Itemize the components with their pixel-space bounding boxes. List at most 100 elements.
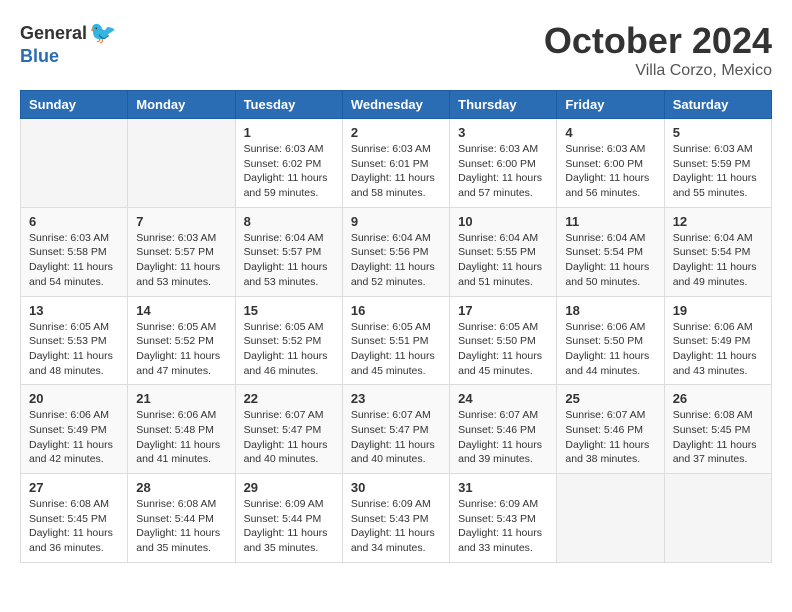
- calendar-cell: 6 Sunrise: 6:03 AM Sunset: 5:58 PM Daylig…: [21, 207, 128, 296]
- day-number: 30: [351, 480, 441, 495]
- day-info: Sunrise: 6:07 AM Sunset: 5:46 PM Dayligh…: [565, 408, 655, 467]
- weekday-header-row: SundayMondayTuesdayWednesdayThursdayFrid…: [21, 91, 772, 119]
- logo-general: General: [20, 23, 87, 44]
- calendar-cell: 22Sunrise: 6:07 AM Sunset: 5:47 PM Dayli…: [235, 385, 342, 474]
- page-header: General 🐦 Blue October 2024 Villa Corzo,…: [20, 20, 772, 80]
- weekday-header-wednesday: Wednesday: [342, 91, 449, 119]
- calendar-cell: 11 Sunrise: 6:04 AM Sunset: 5:54 PM Dayli…: [557, 207, 664, 296]
- calendar-cell: [664, 474, 771, 563]
- day-number: 29: [244, 480, 334, 495]
- day-info: Sunrise: 6:06 AM Sunset: 5:49 PM Dayligh…: [29, 408, 119, 467]
- day-info: Sunrise: 6:05 AM Sunset: 5:52 PM Dayligh…: [136, 320, 226, 379]
- day-info: Sunrise: 6:04 AM Sunset: 5:54 PM Dayligh…: [565, 231, 655, 290]
- calendar-week-row: 6 Sunrise: 6:03 AM Sunset: 5:58 PM Daylig…: [21, 207, 772, 296]
- day-info: Sunrise: 6:03 AM Sunset: 5:58 PM Dayligh…: [29, 231, 119, 290]
- calendar-cell: 12 Sunrise: 6:04 AM Sunset: 5:54 PM Dayli…: [664, 207, 771, 296]
- calendar-cell: 29Sunrise: 6:09 AM Sunset: 5:44 PM Dayli…: [235, 474, 342, 563]
- day-info: Sunrise: 6:03 AM Sunset: 6:02 PM Dayligh…: [244, 142, 334, 201]
- day-number: 21: [136, 391, 226, 406]
- day-number: 6: [29, 214, 119, 229]
- calendar-cell: 14 Sunrise: 6:05 AM Sunset: 5:52 PM Dayli…: [128, 296, 235, 385]
- calendar-table: SundayMondayTuesdayWednesdayThursdayFrid…: [20, 90, 772, 563]
- day-info: Sunrise: 6:05 AM Sunset: 5:53 PM Dayligh…: [29, 320, 119, 379]
- calendar-cell: 13 Sunrise: 6:05 AM Sunset: 5:53 PM Dayli…: [21, 296, 128, 385]
- day-number: 13: [29, 303, 119, 318]
- day-info: Sunrise: 6:04 AM Sunset: 5:57 PM Dayligh…: [244, 231, 334, 290]
- day-info: Sunrise: 6:08 AM Sunset: 5:44 PM Dayligh…: [136, 497, 226, 556]
- calendar-cell: 19Sunrise: 6:06 AM Sunset: 5:49 PM Dayli…: [664, 296, 771, 385]
- logo: General 🐦 Blue: [20, 20, 116, 67]
- weekday-header-monday: Monday: [128, 91, 235, 119]
- logo-bird-icon: 🐦: [89, 20, 116, 46]
- day-info: Sunrise: 6:06 AM Sunset: 5:48 PM Dayligh…: [136, 408, 226, 467]
- calendar-cell: 10Sunrise: 6:04 AM Sunset: 5:55 PM Dayli…: [450, 207, 557, 296]
- day-info: Sunrise: 6:03 AM Sunset: 6:01 PM Dayligh…: [351, 142, 441, 201]
- day-info: Sunrise: 6:07 AM Sunset: 5:47 PM Dayligh…: [244, 408, 334, 467]
- calendar-cell: 30 Sunrise: 6:09 AM Sunset: 5:43 PM Dayli…: [342, 474, 449, 563]
- day-info: Sunrise: 6:03 AM Sunset: 5:59 PM Dayligh…: [673, 142, 763, 201]
- calendar-cell: 16 Sunrise: 6:05 AM Sunset: 5:51 PM Dayli…: [342, 296, 449, 385]
- calendar-cell: [557, 474, 664, 563]
- calendar-cell: 4 Sunrise: 6:03 AM Sunset: 6:00 PM Daylig…: [557, 119, 664, 208]
- day-info: Sunrise: 6:08 AM Sunset: 5:45 PM Dayligh…: [29, 497, 119, 556]
- day-info: Sunrise: 6:06 AM Sunset: 5:49 PM Dayligh…: [673, 320, 763, 379]
- calendar-cell: 27 Sunrise: 6:08 AM Sunset: 5:45 PM Dayli…: [21, 474, 128, 563]
- day-number: 15: [244, 303, 334, 318]
- day-number: 24: [458, 391, 548, 406]
- calendar-week-row: 20Sunrise: 6:06 AM Sunset: 5:49 PM Dayli…: [21, 385, 772, 474]
- day-number: 23: [351, 391, 441, 406]
- day-number: 17: [458, 303, 548, 318]
- day-number: 14: [136, 303, 226, 318]
- calendar-cell: 31Sunrise: 6:09 AM Sunset: 5:43 PM Dayli…: [450, 474, 557, 563]
- day-number: 3: [458, 125, 548, 140]
- day-number: 7: [136, 214, 226, 229]
- calendar-week-row: 13 Sunrise: 6:05 AM Sunset: 5:53 PM Dayli…: [21, 296, 772, 385]
- calendar-cell: 23Sunrise: 6:07 AM Sunset: 5:47 PM Dayli…: [342, 385, 449, 474]
- location-title: Villa Corzo, Mexico: [544, 62, 772, 80]
- calendar-cell: 25 Sunrise: 6:07 AM Sunset: 5:46 PM Dayli…: [557, 385, 664, 474]
- weekday-header-sunday: Sunday: [21, 91, 128, 119]
- day-info: Sunrise: 6:09 AM Sunset: 5:43 PM Dayligh…: [351, 497, 441, 556]
- calendar-cell: 5 Sunrise: 6:03 AM Sunset: 5:59 PM Daylig…: [664, 119, 771, 208]
- calendar-cell: 21 Sunrise: 6:06 AM Sunset: 5:48 PM Dayli…: [128, 385, 235, 474]
- calendar-cell: [21, 119, 128, 208]
- day-number: 27: [29, 480, 119, 495]
- calendar-week-row: 27 Sunrise: 6:08 AM Sunset: 5:45 PM Dayli…: [21, 474, 772, 563]
- day-number: 5: [673, 125, 763, 140]
- calendar-cell: 3 Sunrise: 6:03 AM Sunset: 6:00 PM Daylig…: [450, 119, 557, 208]
- day-number: 2: [351, 125, 441, 140]
- day-number: 12: [673, 214, 763, 229]
- title-block: October 2024 Villa Corzo, Mexico: [544, 20, 772, 80]
- day-info: Sunrise: 6:05 AM Sunset: 5:50 PM Dayligh…: [458, 320, 548, 379]
- calendar-cell: [128, 119, 235, 208]
- weekday-header-thursday: Thursday: [450, 91, 557, 119]
- day-number: 1: [244, 125, 334, 140]
- day-number: 11: [565, 214, 655, 229]
- day-number: 26: [673, 391, 763, 406]
- day-info: Sunrise: 6:03 AM Sunset: 6:00 PM Dayligh…: [458, 142, 548, 201]
- day-info: Sunrise: 6:03 AM Sunset: 5:57 PM Dayligh…: [136, 231, 226, 290]
- calendar-cell: 24Sunrise: 6:07 AM Sunset: 5:46 PM Dayli…: [450, 385, 557, 474]
- calendar-cell: 7 Sunrise: 6:03 AM Sunset: 5:57 PM Daylig…: [128, 207, 235, 296]
- day-info: Sunrise: 6:04 AM Sunset: 5:54 PM Dayligh…: [673, 231, 763, 290]
- day-number: 4: [565, 125, 655, 140]
- day-info: Sunrise: 6:03 AM Sunset: 6:00 PM Dayligh…: [565, 142, 655, 201]
- calendar-cell: 2 Sunrise: 6:03 AM Sunset: 6:01 PM Daylig…: [342, 119, 449, 208]
- day-info: Sunrise: 6:05 AM Sunset: 5:51 PM Dayligh…: [351, 320, 441, 379]
- calendar-week-row: 1 Sunrise: 6:03 AM Sunset: 6:02 PM Daylig…: [21, 119, 772, 208]
- day-number: 25: [565, 391, 655, 406]
- calendar-cell: 20Sunrise: 6:06 AM Sunset: 5:49 PM Dayli…: [21, 385, 128, 474]
- day-number: 28: [136, 480, 226, 495]
- day-info: Sunrise: 6:08 AM Sunset: 5:45 PM Dayligh…: [673, 408, 763, 467]
- calendar-cell: 18Sunrise: 6:06 AM Sunset: 5:50 PM Dayli…: [557, 296, 664, 385]
- logo-blue: Blue: [20, 46, 59, 67]
- day-info: Sunrise: 6:05 AM Sunset: 5:52 PM Dayligh…: [244, 320, 334, 379]
- calendar-cell: 8Sunrise: 6:04 AM Sunset: 5:57 PM Daylig…: [235, 207, 342, 296]
- day-number: 16: [351, 303, 441, 318]
- day-number: 10: [458, 214, 548, 229]
- month-title: October 2024: [544, 20, 772, 62]
- calendar-cell: 15 Sunrise: 6:05 AM Sunset: 5:52 PM Dayli…: [235, 296, 342, 385]
- calendar-cell: 26 Sunrise: 6:08 AM Sunset: 5:45 PM Dayli…: [664, 385, 771, 474]
- calendar-cell: 1 Sunrise: 6:03 AM Sunset: 6:02 PM Daylig…: [235, 119, 342, 208]
- day-info: Sunrise: 6:09 AM Sunset: 5:43 PM Dayligh…: [458, 497, 548, 556]
